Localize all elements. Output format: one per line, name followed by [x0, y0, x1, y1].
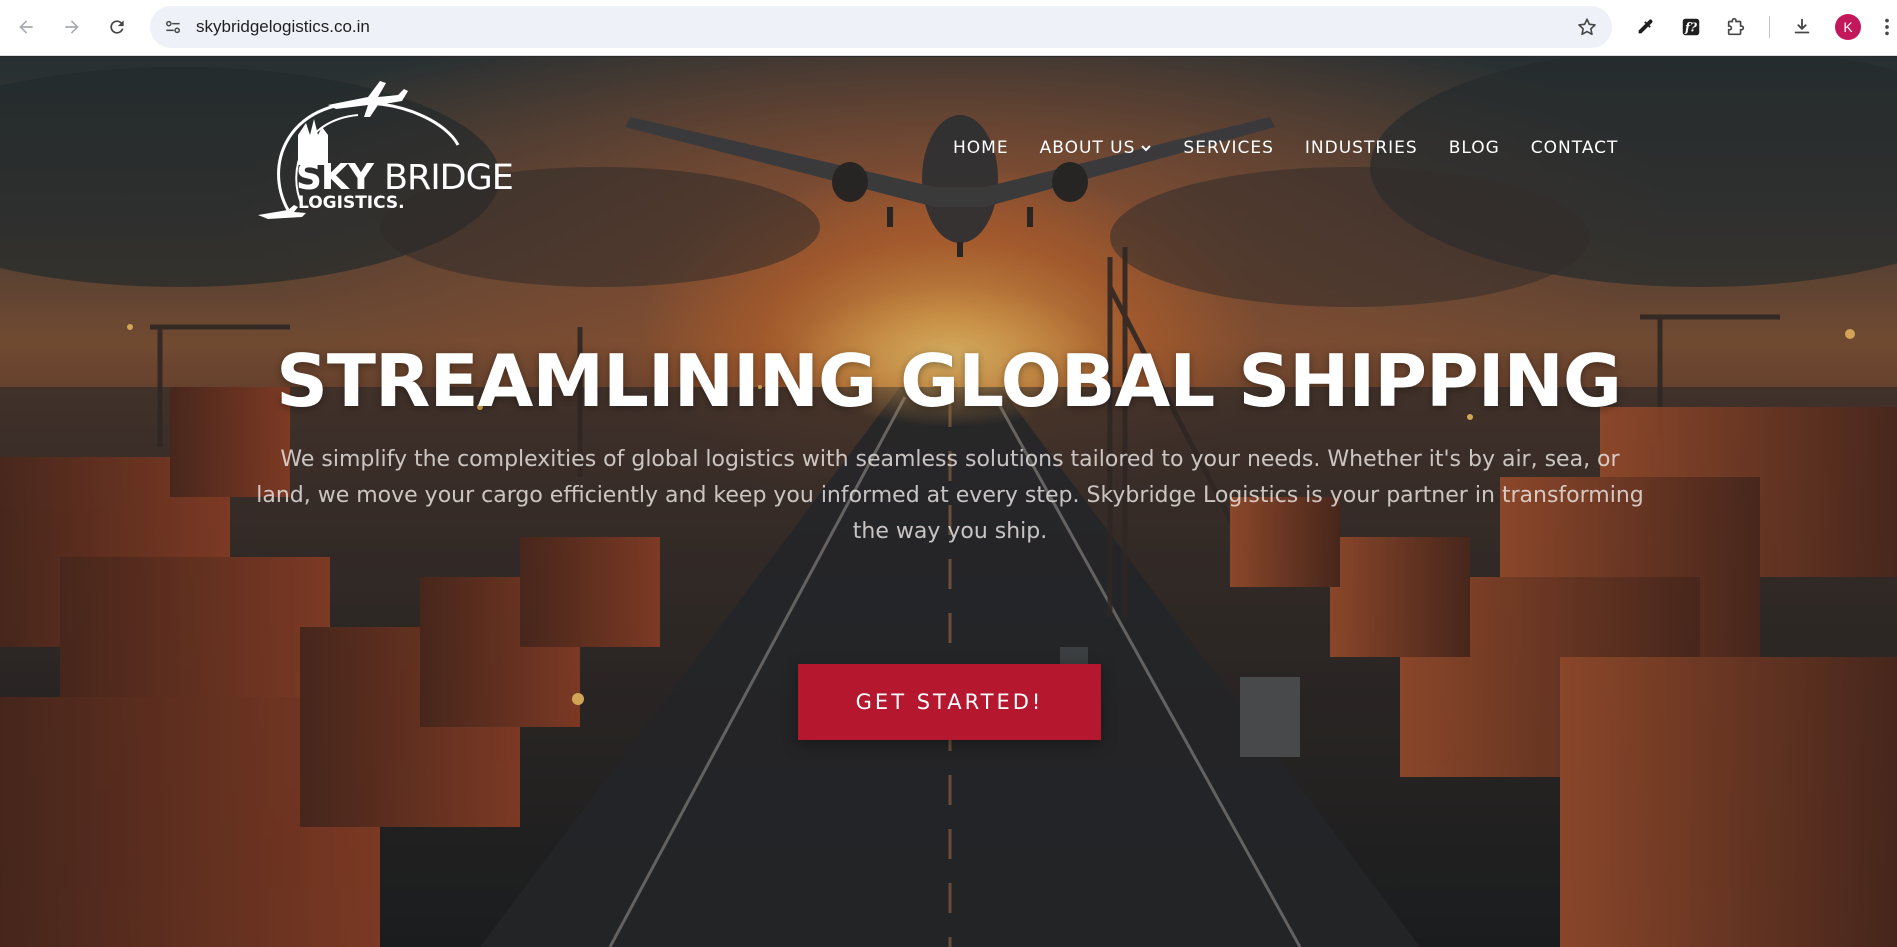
profile-avatar[interactable]: K	[1835, 14, 1861, 40]
site-info-button[interactable]	[158, 12, 188, 42]
nav-services[interactable]: SERVICES	[1183, 138, 1273, 158]
back-button[interactable]	[10, 11, 42, 43]
hero-title: STREAMLINING GLOBAL SHIPPING	[276, 339, 1622, 423]
site-info-icon	[166, 20, 180, 34]
address-bar[interactable]: skybridgelogistics.co.in	[150, 6, 1612, 48]
puzzle-icon	[1727, 17, 1745, 36]
logo-word-bridge: BRIDGE	[384, 158, 514, 198]
star-icon	[1578, 18, 1596, 36]
download-icon	[1794, 18, 1810, 34]
toolbar-divider	[1769, 16, 1770, 38]
nav-about-us[interactable]: ABOUT US	[1040, 138, 1153, 158]
main-navigation: HOME ABOUT US SERVICES INDUSTRIES BLOG C…	[953, 133, 1618, 163]
nav-contact-label: CONTACT	[1530, 138, 1619, 158]
font-extension-icon: f?	[1682, 18, 1700, 36]
eyedropper-button[interactable]	[1629, 11, 1661, 43]
chevron-down-icon	[1141, 145, 1152, 152]
nav-home[interactable]: HOME	[953, 138, 1009, 158]
bookmark-button[interactable]	[1572, 12, 1602, 42]
kebab-menu-icon	[1885, 18, 1889, 36]
eyedropper-icon	[1638, 19, 1653, 34]
reload-button[interactable]	[101, 11, 133, 43]
logo-word-sky: SKY	[296, 157, 374, 198]
back-arrow-icon	[19, 20, 33, 34]
url-text[interactable]: skybridgelogistics.co.in	[196, 17, 370, 37]
browser-menu-button[interactable]	[1878, 11, 1896, 43]
site-logo[interactable]: SKY BRIDGE LOGISTICS.	[258, 75, 514, 225]
reload-icon	[110, 20, 124, 34]
svg-text:f?: f?	[1684, 21, 1698, 35]
nav-blog[interactable]: BLOG	[1449, 138, 1500, 158]
nav-contact[interactable]: CONTACT	[1531, 138, 1619, 158]
nav-industries-label: INDUSTRIES	[1304, 138, 1418, 158]
hero-subtitle: We simplify the complexities of global l…	[256, 447, 1644, 544]
nav-home-label: HOME	[953, 138, 1009, 158]
nav-services-label: SERVICES	[1183, 138, 1274, 158]
browser-toolbar: skybridgelogistics.co.in f? K	[0, 0, 1897, 56]
get-started-button[interactable]: GET STARTED!	[798, 664, 1101, 740]
downloads-button[interactable]	[1786, 11, 1818, 43]
hero-section: SKY BRIDGE LOGISTICS. HOME ABOUT US SERV…	[0, 57, 1897, 947]
nav-industries[interactable]: INDUSTRIES	[1305, 138, 1418, 158]
font-extension-button[interactable]: f?	[1675, 11, 1707, 43]
nav-blog-label: BLOG	[1448, 138, 1500, 158]
extensions-button[interactable]	[1720, 11, 1752, 43]
forward-button[interactable]	[56, 11, 88, 43]
nav-about-us-label: ABOUT US	[1039, 138, 1136, 158]
logo-word-logistics: LOGISTICS.	[298, 193, 405, 213]
forward-arrow-icon	[65, 20, 79, 34]
